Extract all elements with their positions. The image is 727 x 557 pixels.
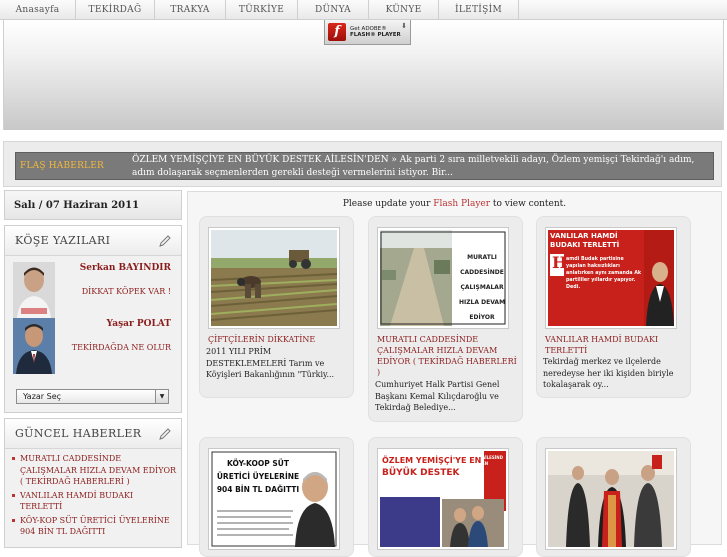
news-card-title[interactable]: MURATLI CADDESİNDE ÇALIŞMALAR HIZLA DEVA… [377, 334, 517, 378]
news-card-desc: Cumhuriyet Halk Partisi Genel Başkanı Ke… [375, 380, 500, 412]
notice-text-before: Please update your [342, 199, 431, 209]
card-image-caption: MURATLI CADDESİNDE ÇALIŞMALAR HIZLA DEVA… [454, 250, 508, 325]
card-image-caption: KÖY-KOOP SÜT ÜRETİCİ ÜYELERİNE 904 BİN T… [213, 457, 303, 496]
current-news-header: GÜNCEL HABERLER [5, 419, 181, 449]
columnist-article[interactable]: DİKKAT KÖPEK VAR ! [82, 287, 171, 296]
news-item[interactable]: MURATLI CADDESİNDE ÇALIŞMALAR HIZLA DEVA… [10, 453, 178, 488]
date-box: Salı / 07 Haziran 2011 [4, 190, 182, 220]
news-card-image[interactable]: KÖY-KOOP SÜT ÜRETİCİ ÜYELERİNE 904 BİN T… [208, 448, 340, 550]
nav-item-trakya[interactable]: TRAKYA [155, 0, 226, 20]
card-image-body: amdi Budak partisine yapılan haksızlıkla… [566, 257, 642, 290]
card-image-caption-line: HIZLA DEVAM EDİYOR [458, 299, 506, 321]
flash-news-ticker[interactable]: FLAŞ HABERLER ÖZLEM YEMİŞÇİYE EN BÜYÜK D… [15, 152, 714, 180]
card-image-headline: VANLILAR HAMDİ BUDAKI TERLETTİ [550, 232, 620, 249]
columnist-name[interactable]: Serkan BAYINDIR [80, 263, 171, 273]
nav-item-turkiye[interactable]: TÜRKİYE [226, 0, 298, 20]
columnist-name[interactable]: Yaşar POLAT [107, 319, 171, 329]
news-card-image[interactable] [208, 227, 340, 329]
news-card-desc: 2011 YILI PRİM DESTEKLEMELERİ Tarım ve K… [206, 347, 335, 379]
nav-item-iletisim[interactable]: İLETİŞİM [439, 0, 519, 20]
header-banner: f Get ADOBE® FLASH® PLAYER ⬇ [3, 20, 724, 130]
news-card[interactable]: ÖZLEM YEMİŞÇİ'YE EN BÜYÜK DESTEK AİLESİN… [368, 437, 523, 557]
news-card[interactable]: VANLILAR HAMDİ BUDAKI TERLETTİ H amdi Bu… [536, 216, 691, 398]
columnists-header: KÖŞE YAZILARI [5, 226, 181, 256]
author-select[interactable]: Yazar Seç ▼ [16, 389, 169, 404]
columnist-photo [13, 318, 55, 374]
news-card-title[interactable]: ÇİFTÇİLERİN DİKKATİNE [208, 334, 348, 345]
top-nav: Anasayfa TEKİRDAĞ TRAKYA TÜRKİYE DÜNYA K… [0, 0, 727, 20]
download-icon: ⬇ [401, 22, 407, 30]
nav-item-kunye[interactable]: KÜNYE [369, 0, 439, 20]
columnist-article[interactable]: TEKİRDAĞDA NE OLUR [72, 343, 171, 352]
columnist-item[interactable]: Yaşar POLAT TEKİRDAĞDA NE OLUR [13, 318, 177, 374]
card-image-caption-line: 904 BİN TL DAĞITTI [216, 485, 300, 494]
news-card-image[interactable]: MURATLI CADDESİNDE ÇALIŞMALAR HIZLA DEVA… [377, 227, 509, 329]
flash-logo-icon: f [328, 23, 346, 41]
main-content: Please update your Flash Player to view … [187, 191, 722, 557]
notice-text-after: to view content. [492, 199, 567, 209]
news-card-desc: Tekirdağ merkez ve ilçelerde neredeyse h… [543, 357, 674, 389]
news-card[interactable]: MURATLI CADDESİNDE ÇALIŞMALAR HIZLA DEVA… [368, 216, 523, 422]
card-image-caption-line: ÜRETİCİ ÜYELERİNE [216, 472, 300, 481]
news-item[interactable]: VANLILAR HAMDİ BUDAKI TERLETTİ [10, 490, 178, 513]
flash-player-link[interactable]: Flash Player [433, 199, 490, 209]
card-image-caption-line: BÜYÜK DESTEK [382, 468, 460, 478]
flash-badge-line2: FLASH® PLAYER [350, 32, 401, 38]
news-card[interactable]: KÖY-KOOP SÜT ÜRETİCİ ÜYELERİNE 904 BİN T… [199, 437, 354, 557]
columnist-item[interactable]: Serkan BAYINDIR DİKKAT KÖPEK VAR ! [13, 262, 177, 318]
card-image-caption-line: KÖY-KOOP SÜT [227, 459, 289, 468]
nav-item-dunya[interactable]: DÜNYA [298, 0, 369, 20]
current-news-panel: GÜNCEL HABERLER MURATLI CADDESİNDE ÇALIŞ… [4, 418, 182, 548]
columnist-photo [13, 262, 55, 318]
current-news-list: MURATLI CADDESİNDE ÇALIŞMALAR HIZLA DEVA… [10, 453, 178, 540]
news-card-image[interactable]: ÖZLEM YEMİŞÇİ'YE EN BÜYÜK DESTEK AİLESİN… [377, 448, 509, 550]
flash-news-text[interactable]: ÖZLEM YEMİŞÇİYE EN BÜYÜK DESTEK AİLESİN'… [132, 154, 710, 179]
news-card[interactable] [536, 437, 691, 557]
card-image-caption-line: MURATLI CADDESİNDE [460, 254, 504, 276]
columnists-title: KÖŞE YAZILARI [15, 234, 111, 247]
card-image-caption: ÖZLEM YEMİŞÇİ'YE EN BÜYÜK DESTEK [382, 455, 482, 479]
card-image-side-label: AİLESİNDEN [482, 455, 503, 466]
current-news-title: GÜNCEL HABERLER [15, 427, 142, 440]
nav-item-tekirdag[interactable]: TEKİRDAĞ [76, 0, 155, 20]
current-date: Salı / 07 Haziran 2011 [14, 200, 140, 211]
flash-update-notice: Please update your Flash Player to view … [188, 199, 721, 209]
news-card-title[interactable]: VANLILAR HAMDİ BUDAKI TERLETTİ [545, 334, 685, 356]
get-flash-player-badge[interactable]: f Get ADOBE® FLASH® PLAYER ⬇ [324, 20, 411, 45]
flash-news-section: FLAŞ HABERLER ÖZLEM YEMİŞÇİYE EN BÜYÜK D… [3, 141, 722, 187]
author-select-value: Yazar Seç [23, 392, 62, 401]
card-image-caption-line: ÖZLEM YEMİŞÇİ'YE EN [382, 456, 482, 465]
news-card-image[interactable] [545, 448, 677, 550]
flash-badge-text: Get ADOBE® FLASH® PLAYER [350, 26, 401, 39]
pencil-icon [159, 428, 171, 440]
news-card-image[interactable]: VANLILAR HAMDİ BUDAKI TERLETTİ H amdi Bu… [545, 227, 677, 329]
card-image-caption-line: ÇALIŞMALAR [460, 284, 504, 291]
pencil-icon [159, 235, 171, 247]
nav-item-home[interactable]: Anasayfa [0, 0, 76, 20]
card-image-initial: H [552, 253, 568, 272]
chevron-down-icon: ▼ [155, 390, 168, 403]
columnists-panel: KÖŞE YAZILARI Serkan BAYINDIR DİKKAT KÖP… [4, 225, 182, 413]
flash-news-label: FLAŞ HABERLER [20, 161, 104, 171]
news-item[interactable]: KÖY-KOP SÜT ÜRETİCİ ÜYELERİNE 904 BİN TL… [10, 515, 178, 538]
news-card[interactable]: ÇİFTÇİLERİN DİKKATİNE 2011 YILI PRİM DES… [199, 216, 354, 398]
